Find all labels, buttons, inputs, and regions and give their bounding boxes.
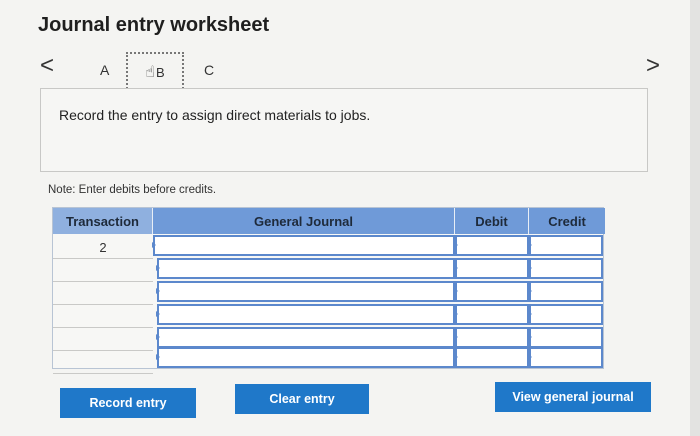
credit-input[interactable] <box>528 347 603 368</box>
debit-input[interactable] <box>454 347 529 368</box>
account-input[interactable] <box>156 347 455 368</box>
account-input[interactable] <box>156 327 455 348</box>
debit-input[interactable] <box>454 235 529 256</box>
account-input[interactable] <box>156 258 455 279</box>
column-header-transaction: Transaction <box>53 208 153 234</box>
debit-input[interactable] <box>454 327 529 348</box>
tab-b-label: B <box>156 64 165 80</box>
debit-input[interactable] <box>454 281 529 302</box>
credit-input[interactable] <box>528 327 603 348</box>
debit-input[interactable] <box>454 258 529 279</box>
hand-cursor-icon: ☝ <box>145 64 156 81</box>
chevron-right-icon[interactable]: > <box>646 54 660 78</box>
credit-input[interactable] <box>528 281 603 302</box>
prompt-text: Record the entry to assign direct materi… <box>59 107 371 123</box>
transaction-cell <box>53 351 153 374</box>
journal-table: Transaction General Journal Debit Credit… <box>52 207 605 374</box>
page-title: Journal entry worksheet <box>38 14 270 36</box>
account-input[interactable] <box>156 304 455 325</box>
transaction-cell <box>53 259 153 282</box>
record-entry-button[interactable]: Record entry <box>60 388 196 418</box>
tab-c[interactable]: C <box>204 62 214 78</box>
credit-input[interactable] <box>528 304 603 325</box>
column-header-debit: Debit <box>455 208 529 234</box>
transaction-cell <box>53 282 153 305</box>
transaction-cell <box>53 328 153 351</box>
account-input[interactable] <box>152 235 455 256</box>
clear-entry-button[interactable]: Clear entry <box>235 384 369 414</box>
tab-a[interactable]: A <box>100 62 109 78</box>
column-header-credit: Credit <box>529 208 605 234</box>
debit-input[interactable] <box>454 304 529 325</box>
chevron-left-icon[interactable]: < <box>40 54 54 78</box>
note-text: Note: Enter debits before credits. <box>48 184 217 196</box>
view-general-journal-button[interactable]: View general journal <box>495 382 651 412</box>
transaction-cell: 2 <box>53 236 153 259</box>
credit-input[interactable] <box>528 235 603 256</box>
tab-b[interactable]: ☝ B <box>126 52 184 92</box>
prompt-box: Record the entry to assign direct materi… <box>40 88 648 172</box>
credit-input[interactable] <box>528 258 603 279</box>
column-header-general-journal: General Journal <box>153 208 455 234</box>
account-input[interactable] <box>156 281 455 302</box>
worksheet-panel: Journal entry worksheet < A ☝ B C > Reco… <box>0 0 690 436</box>
transaction-cell <box>53 305 153 328</box>
